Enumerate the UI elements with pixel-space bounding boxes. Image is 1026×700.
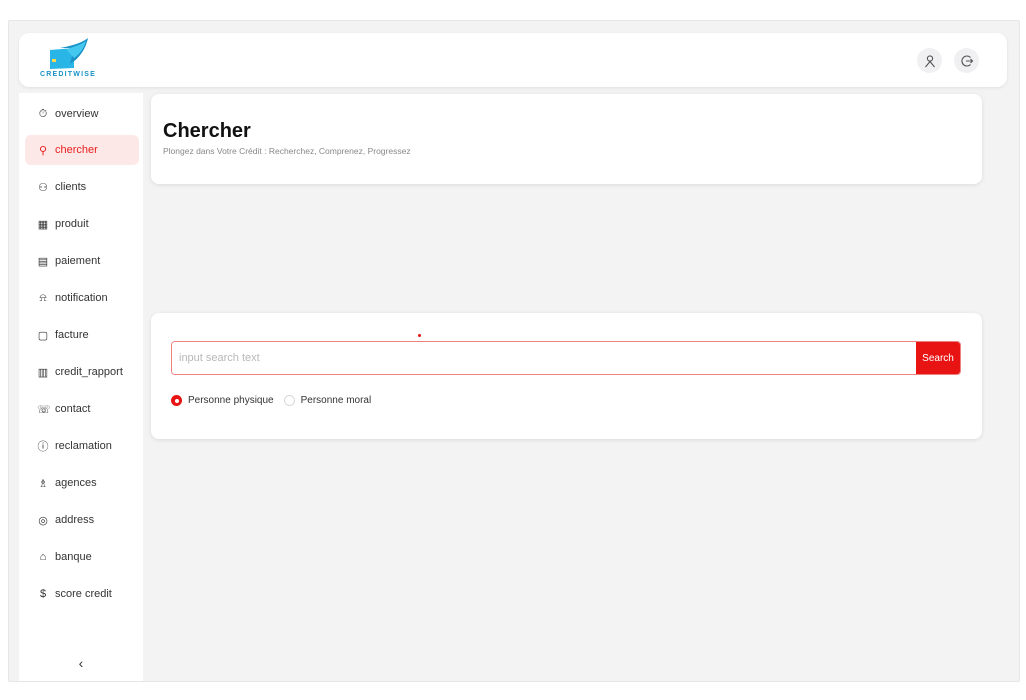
sidebar-item-agences[interactable]: ♗ agences bbox=[25, 468, 139, 498]
brand-name: CREDITWISE bbox=[40, 71, 96, 78]
logo-icon bbox=[50, 38, 88, 69]
radio-personne-physique[interactable]: Personne physique bbox=[171, 395, 274, 406]
sidebar-item-label: contact bbox=[55, 403, 91, 415]
logout-icon[interactable] bbox=[954, 48, 979, 73]
page-title: Chercher bbox=[163, 120, 251, 142]
users-icon: ⚇ bbox=[38, 181, 48, 194]
header-card: Chercher Plongez dans Votre Crédit : Rec… bbox=[151, 94, 982, 184]
sidebar-item-produit[interactable]: ▦ produit bbox=[25, 209, 139, 239]
sidebar-item-banque[interactable]: ⌂ banque bbox=[25, 542, 139, 572]
sidebar-item-credit-rapport[interactable]: ▥ credit_rapport bbox=[25, 357, 139, 387]
sidebar-item-label: clients bbox=[55, 181, 87, 193]
page-subtitle: Plongez dans Votre Crédit : Recherchez, … bbox=[163, 146, 411, 156]
file-icon: ▢ bbox=[37, 329, 49, 342]
sidebar-item-label: address bbox=[55, 514, 95, 526]
clock-icon: ⏱ bbox=[38, 107, 48, 120]
sidebar-item-score-credit[interactable]: $ score credit bbox=[25, 579, 139, 609]
sidebar-item-label: chercher bbox=[55, 144, 98, 156]
sidebar-item-clients[interactable]: ⚇ clients bbox=[25, 172, 139, 202]
search-input[interactable] bbox=[172, 342, 916, 374]
app-frame: CREDITWISE ⏱ overview ⚲ chercher ⚇ clien… bbox=[8, 20, 1020, 682]
sidebar-item-label: agences bbox=[55, 477, 97, 489]
sidebar-item-label: overview bbox=[55, 108, 99, 120]
sidebar-item-label: banque bbox=[55, 551, 92, 563]
search-button[interactable]: Search bbox=[916, 342, 960, 374]
search-card: Search Personne physique Personne moral bbox=[151, 313, 982, 439]
person-type-radio-group: Personne physique Personne moral bbox=[171, 395, 381, 406]
search-icon: ⚲ bbox=[38, 144, 48, 157]
user-icon[interactable] bbox=[917, 48, 942, 73]
dollar-icon: $ bbox=[39, 588, 47, 600]
sidebar-item-address[interactable]: ◎ address bbox=[25, 505, 139, 535]
sidebar-item-label: credit_rapport bbox=[55, 366, 123, 378]
phone-icon: ☏ bbox=[37, 403, 51, 416]
sidebar-item-overview[interactable]: ⏱ overview bbox=[25, 99, 139, 129]
sidebar-item-label: score credit bbox=[55, 588, 112, 600]
search-bar: Search bbox=[171, 341, 961, 375]
radio-unchecked-icon bbox=[283, 395, 295, 406]
info-icon: ⓘ bbox=[37, 441, 49, 453]
sidebar-item-label: notification bbox=[55, 292, 108, 304]
bank-icon: ⌂ bbox=[39, 551, 47, 563]
radio-label: Personne physique bbox=[188, 395, 274, 406]
wallet-icon: ▤ bbox=[37, 255, 49, 268]
sidebar-item-chercher[interactable]: ⚲ chercher bbox=[25, 135, 139, 165]
radio-checked-icon bbox=[171, 395, 182, 406]
logo: CREDITWISE bbox=[36, 38, 100, 86]
sidebar-item-contact[interactable]: ☏ contact bbox=[25, 394, 139, 424]
network-icon: ♗ bbox=[38, 477, 48, 490]
chart-icon: ▥ bbox=[37, 366, 49, 379]
grid-icon: ▦ bbox=[37, 218, 49, 231]
top-bar: CREDITWISE bbox=[19, 33, 1007, 87]
bell-icon: ⍾ bbox=[39, 291, 47, 304]
collapse-sidebar-button[interactable]: ‹ bbox=[19, 655, 143, 671]
location-icon: ◎ bbox=[38, 514, 48, 527]
radio-personne-moral[interactable]: Personne moral bbox=[283, 395, 372, 406]
indicator-dot bbox=[418, 334, 421, 337]
sidebar-item-reclamation[interactable]: ⓘ reclamation bbox=[25, 431, 139, 461]
sidebar-item-label: reclamation bbox=[55, 440, 112, 452]
sidebar-item-label: produit bbox=[55, 218, 89, 230]
radio-label: Personne moral bbox=[300, 395, 372, 406]
sidebar-item-facture[interactable]: ▢ facture bbox=[25, 320, 139, 350]
sidebar-item-label: paiement bbox=[55, 255, 101, 267]
sidebar-item-notification[interactable]: ⍾ notification bbox=[25, 283, 139, 313]
sidebar-item-label: facture bbox=[55, 329, 89, 341]
sidebar: ⏱ overview ⚲ chercher ⚇ clients ▦ produi… bbox=[19, 93, 143, 681]
sidebar-item-paiement[interactable]: ▤ paiement bbox=[25, 246, 139, 276]
